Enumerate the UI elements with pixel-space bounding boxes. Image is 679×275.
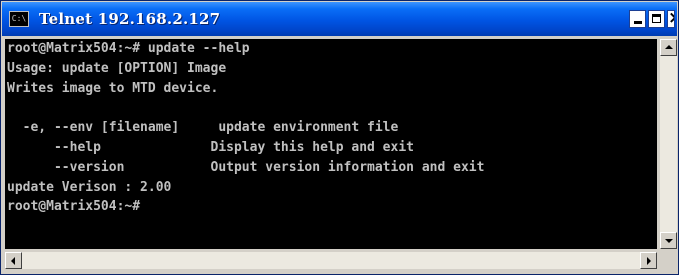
scrollbar-corner: [660, 252, 677, 269]
terminal-output[interactable]: root@Matrix504:~# update --help Usage: u…: [5, 39, 657, 249]
terminal-line: -e, --env [filename] update environment …: [7, 120, 399, 136]
cmd-icon[interactable]: C:\: [9, 11, 29, 27]
terminal-line: root@Matrix504:~# update --help: [7, 41, 250, 56]
terminal-line: Writes image to MTD device.: [7, 80, 219, 96]
telnet-window: C:\ Telnet 192.168.2.127 root@Matrix504:…: [0, 0, 679, 275]
window-controls: [629, 10, 675, 28]
title-bar[interactable]: C:\ Telnet 192.168.2.127: [2, 2, 677, 36]
terminal-line: update Verison : 2.00: [7, 179, 172, 195]
terminal-prompt: root@Matrix504:~#: [7, 199, 141, 215]
scroll-right-button[interactable]: [640, 252, 657, 269]
scroll-down-button[interactable]: [660, 232, 677, 249]
scroll-up-button[interactable]: [660, 39, 677, 56]
terminal-line: Usage: update [OPTION] Image: [7, 60, 227, 76]
maximize-button[interactable]: [648, 10, 665, 28]
minimize-button[interactable]: [629, 10, 646, 28]
horizontal-scrollbar[interactable]: [5, 252, 657, 269]
terminal-line: --help Display this help and exit: [7, 139, 414, 155]
arrow-up-icon: [665, 45, 673, 49]
arrow-right-icon: [647, 257, 651, 265]
window-title: Telnet 192.168.2.127: [39, 10, 221, 28]
scroll-left-button[interactable]: [5, 252, 22, 269]
vertical-scrollbar[interactable]: [660, 39, 677, 249]
close-button[interactable]: [667, 10, 675, 28]
arrow-down-icon: [665, 239, 673, 243]
terminal-line: --version Output version information and…: [7, 159, 485, 175]
arrow-left-icon: [11, 257, 15, 265]
